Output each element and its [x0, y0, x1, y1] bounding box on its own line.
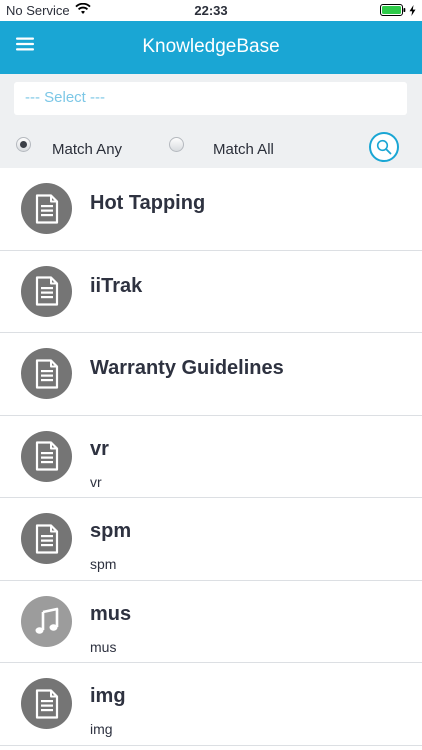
status-right	[380, 4, 416, 19]
search-icon	[376, 139, 392, 155]
item-title: img	[90, 685, 126, 707]
status-bar: No Service 22:33	[0, 0, 422, 21]
item-title: spm	[90, 520, 132, 542]
search-button[interactable]	[369, 132, 399, 162]
match-any-radio[interactable]	[16, 137, 31, 152]
item-title: Warranty Guidelines	[90, 357, 284, 379]
match-any-label[interactable]: Match Any	[52, 141, 122, 158]
document-icon	[21, 183, 72, 234]
document-icon	[21, 430, 72, 482]
match-mode-row: Match Any Match All	[0, 129, 422, 167]
knowledge-list: Hot Tapping iiTrak Warranty Guidelines v…	[0, 168, 422, 746]
document-icon	[21, 513, 72, 564]
battery-icon	[380, 4, 406, 19]
item-subtitle: mus	[90, 638, 117, 655]
document-icon	[21, 265, 72, 317]
item-title: Hot Tapping	[90, 192, 206, 214]
page-title: KnowledgeBase	[142, 36, 280, 57]
document-icon	[21, 348, 72, 399]
list-item[interactable]: Hot Tapping	[0, 168, 422, 251]
item-subtitle: spm	[90, 556, 117, 572]
list-item[interactable]: Warranty Guidelines	[0, 333, 422, 416]
status-time: 22:33	[194, 3, 228, 18]
item-title: vr	[90, 437, 109, 460]
list-item[interactable]: mus mus	[0, 580, 422, 663]
item-subtitle: vr	[90, 473, 102, 490]
app-header: KnowledgeBase	[0, 21, 422, 74]
match-all-radio[interactable]	[169, 137, 184, 152]
list-item[interactable]: iiTrak	[0, 250, 422, 333]
list-item[interactable]: vr vr	[0, 415, 422, 498]
match-all-label[interactable]: Match All	[213, 141, 274, 158]
filter-panel: --- Select --- Match Any Match All	[0, 74, 422, 168]
category-select[interactable]: --- Select ---	[14, 82, 407, 115]
music-icon	[21, 595, 72, 647]
document-icon	[21, 678, 72, 729]
item-subtitle: img	[90, 721, 113, 737]
charging-bolt-icon	[409, 4, 416, 19]
list-item[interactable]: img img	[0, 663, 422, 746]
list-item[interactable]: spm spm	[0, 498, 422, 581]
item-title: iiTrak	[90, 274, 143, 297]
item-title: mus	[90, 602, 132, 625]
